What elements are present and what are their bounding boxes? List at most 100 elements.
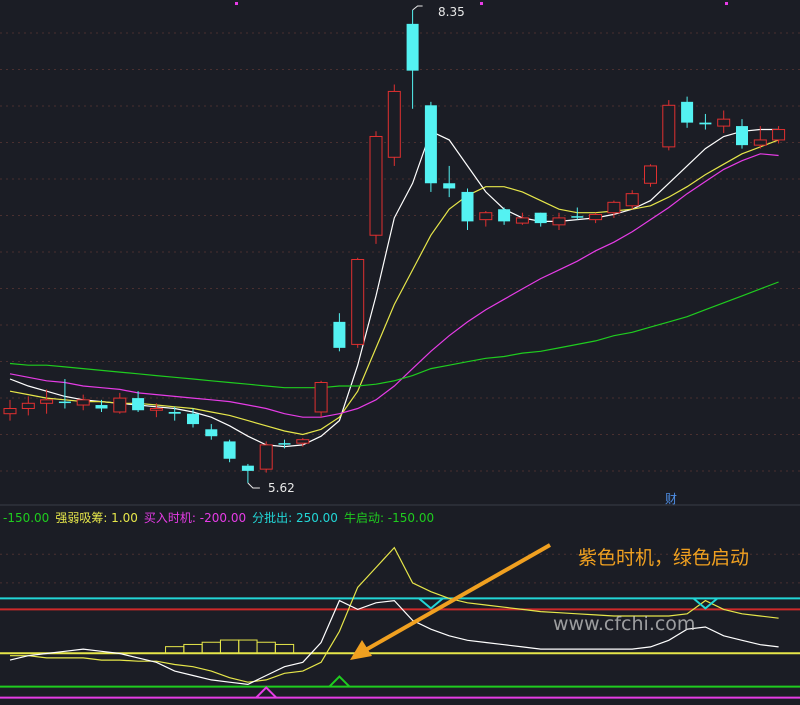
ma-line-3 <box>9 153 779 418</box>
candle[interactable] <box>717 110 731 134</box>
candle[interactable] <box>132 391 145 412</box>
candle[interactable] <box>205 424 218 440</box>
ma-line-4 <box>9 281 779 389</box>
candle[interactable] <box>113 392 127 414</box>
candle-body <box>552 217 566 226</box>
candle-body <box>296 439 310 444</box>
legend-item: -150.00 <box>3 511 49 525</box>
candle[interactable] <box>571 207 584 220</box>
candle-body <box>387 90 401 158</box>
candle[interactable] <box>515 212 529 225</box>
indicator-step-bar <box>183 643 203 654</box>
candle[interactable] <box>424 101 437 192</box>
candle-body <box>351 258 365 345</box>
candle-body <box>76 399 90 406</box>
low-price-label: 5.62 <box>268 481 295 495</box>
candle-body <box>736 126 748 146</box>
candle[interactable] <box>3 399 17 421</box>
candle-body <box>259 444 273 470</box>
indicator-legend: -150.00 强弱吸筹: 1.00 买入时机: -200.00 分批出: 250.0… <box>3 510 434 525</box>
candle-body <box>461 191 474 222</box>
top-marker <box>725 2 728 5</box>
candle[interactable] <box>681 96 694 128</box>
candle[interactable] <box>259 441 273 473</box>
candle[interactable] <box>223 439 236 463</box>
candle-body <box>223 441 236 459</box>
top-marker <box>480 2 483 5</box>
indicator-step-bar <box>274 643 295 654</box>
watermark-text: www.cfchi.com <box>553 613 695 635</box>
candle[interactable] <box>534 212 547 227</box>
candle[interactable] <box>443 165 456 198</box>
candle[interactable] <box>625 190 639 210</box>
candle-body <box>278 443 291 445</box>
candle-body <box>406 23 419 71</box>
candle-body <box>168 411 181 414</box>
candle-body <box>132 398 145 411</box>
candle[interactable] <box>40 389 54 414</box>
candle[interactable] <box>369 131 383 244</box>
indicator-step-bar <box>219 639 240 654</box>
candle[interactable] <box>498 207 511 225</box>
candle[interactable] <box>314 380 328 418</box>
candle-body <box>205 429 218 437</box>
candle[interactable] <box>662 100 676 151</box>
candle-body <box>644 165 657 184</box>
candle[interactable] <box>278 439 291 449</box>
candle[interactable] <box>479 210 493 227</box>
candle-body <box>58 401 71 404</box>
candle[interactable] <box>736 119 748 149</box>
candle-body <box>40 399 54 404</box>
candle[interactable] <box>552 212 566 231</box>
candle[interactable] <box>699 113 712 130</box>
candle[interactable] <box>772 126 786 144</box>
candle-body <box>662 104 676 148</box>
marker-cai-label[interactable]: 财 <box>665 492 677 506</box>
candle-body <box>333 321 346 348</box>
annotation-text: 紫色时机，绿色启动 <box>578 547 749 569</box>
candle[interactable] <box>76 394 90 411</box>
candle-body <box>443 183 456 189</box>
candlestick-series <box>3 10 786 483</box>
signal-spike <box>255 686 277 699</box>
candle[interactable] <box>241 463 254 483</box>
indicator-step-bar <box>256 641 276 654</box>
high-leader-line <box>412 5 423 11</box>
candle[interactable] <box>333 313 346 352</box>
candle-body <box>369 135 383 236</box>
candle-body <box>241 465 254 471</box>
candle-body <box>607 201 621 214</box>
candle-body <box>699 122 712 125</box>
indicator-step-bar <box>201 641 221 654</box>
candle[interactable] <box>406 10 419 109</box>
candle[interactable] <box>589 212 603 224</box>
candle[interactable] <box>644 164 657 187</box>
candle-body <box>113 397 127 413</box>
candle-body <box>3 407 17 415</box>
candle-body <box>515 217 529 224</box>
candle-body <box>534 212 547 224</box>
candle-body <box>187 413 199 425</box>
candle[interactable] <box>461 188 474 231</box>
main-annotations: 8.35 5.62 财 <box>247 5 677 506</box>
legend-item: 牛启动: -150.00 <box>344 510 434 525</box>
candle-body <box>424 105 437 184</box>
signal-spike <box>328 675 351 688</box>
candle[interactable] <box>21 396 35 416</box>
legend-item: 强弱吸筹: 1.00 <box>55 511 138 525</box>
indicator-step-bar <box>238 639 258 654</box>
candle-body <box>625 193 639 207</box>
candle-body <box>772 129 786 141</box>
candle-body <box>753 139 767 146</box>
low-leader-line <box>247 482 260 489</box>
candle-body <box>681 101 694 123</box>
candle-body <box>314 382 328 413</box>
candle[interactable] <box>351 257 365 348</box>
candle-body <box>479 212 493 221</box>
candle-body <box>498 209 511 222</box>
candle-body <box>149 407 163 411</box>
candle[interactable] <box>387 84 401 166</box>
candle-body <box>717 118 731 127</box>
candle-body <box>589 213 603 221</box>
candle-body <box>571 216 584 218</box>
